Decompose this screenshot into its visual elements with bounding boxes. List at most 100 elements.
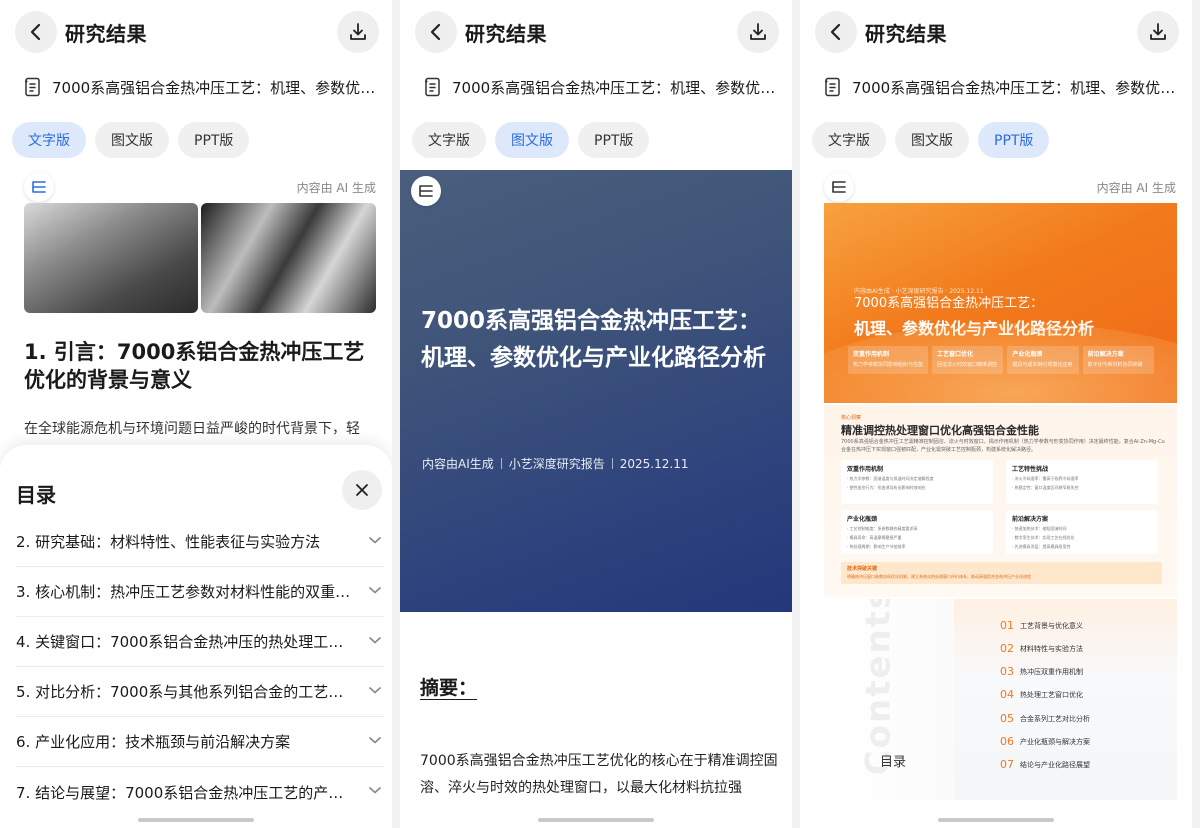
contents-item: 02 材料特性与实验方法 — [1000, 642, 1083, 655]
card-title: 产业化瓶颈 — [1012, 351, 1043, 358]
top-bar: 研究结果 — [0, 0, 392, 64]
box-line: · 淬火冷却速率：需高于临界冷却速率 — [1012, 476, 1079, 481]
toc-item[interactable]: 6. 产业化应用：技术瓶颈与前沿解决方案 — [16, 717, 384, 767]
document-icon — [425, 77, 440, 97]
contents-item: 05 合金系列工艺对比分析 — [1000, 712, 1090, 725]
toc-item-label: 7. 结论与展望：7000系铝合金热冲压工艺的产业化路径展望 — [16, 783, 351, 802]
toc-item[interactable]: 4. 关键窗口：7000系铝合金热冲压的热处理工艺窗口优化 — [16, 617, 384, 667]
card-desc: 固溶淬火时效窗口精准调控 — [937, 362, 998, 368]
document-title-row[interactable]: 7000系高强铝合金热冲压工艺：机理、参数优化与产业化路径分析 — [424, 74, 776, 100]
divider — [500, 458, 502, 469]
tab-graphic-version[interactable]: 图文版 — [495, 122, 569, 158]
close-toc-button[interactable] — [342, 470, 382, 510]
toc-item-label: 4. 关键窗口：7000系铝合金热冲压的热处理工艺窗口优化 — [16, 633, 351, 651]
card-title: 前沿解决方案 — [1087, 351, 1124, 358]
ppt-slide-cover[interactable]: 内容由AI生成 · 小艺深度研究报告 · 2025.12.11 7000系高强铝… — [824, 203, 1177, 403]
tab-ppt-version[interactable]: PPT版 — [578, 122, 650, 158]
download-button[interactable] — [337, 11, 379, 53]
contents-text: 工艺背景与优化意义 — [1020, 621, 1083, 630]
contents-number: 07 — [1000, 758, 1014, 771]
divider — [611, 458, 613, 469]
download-icon — [350, 23, 366, 40]
cover-meta: 内容由AI生成 小艺深度研究报告 2025.12.11 — [422, 455, 688, 472]
tab-graphic-version[interactable]: 图文版 — [895, 122, 969, 158]
tab-text-version[interactable]: 文字版 — [812, 122, 886, 158]
contents-text: 产业化瓶颈与解决方案 — [1020, 737, 1090, 746]
toc-item[interactable]: 3. 核心机制：热冲压工艺参数对材料性能的双重作用机制 — [16, 567, 384, 617]
card-title: 工艺窗口优化 — [937, 351, 974, 358]
figure-image-part-b — [201, 203, 376, 313]
contents-watermark: Contents — [858, 599, 899, 776]
slide-highlight-cards: 双重作用机制 热力学参数协同影响组织与性能 工艺窗口优化 固溶淬火时效窗口精准调控 … — [848, 346, 1154, 374]
contents-number: 02 — [1000, 642, 1014, 655]
contents-item: 03 热冲压双重作用机制 — [1000, 665, 1083, 678]
ai-generated-note: 内容由 AI 生成 — [296, 181, 376, 195]
back-button[interactable] — [415, 11, 457, 53]
page-title: 研究结果 — [465, 22, 547, 46]
home-indicator[interactable] — [538, 818, 654, 822]
box-line: · 快速加热技术：缩短固溶时间 — [1012, 526, 1067, 531]
version-tabs: 文字版 图文版 PPT版 — [12, 122, 250, 158]
download-button[interactable] — [1137, 11, 1179, 53]
ppt-slide-summary[interactable]: 核心洞察 精准调控热处理窗口优化高强铝合金性能 7000系高强铝合金热冲压工艺需… — [824, 405, 1177, 597]
chevron-down-icon — [368, 586, 382, 594]
report-cover: 7000系高强铝合金热冲压工艺：机理、参数优化与产业化路径分析 内容由AI生成 … — [400, 170, 792, 612]
toc-item[interactable]: 2. 研究基础：材料特性、性能表征与实验方法 — [16, 517, 384, 567]
footer-title: 技术突破关键 — [847, 566, 878, 572]
summary-box: 前沿解决方案 · 快速加热技术：缩短固溶时间 · 数字孪生技术：实现工艺在线优化 · … — [1006, 510, 1158, 554]
toc-item[interactable]: 5. 对比分析：7000系与其他系列铝合金的工艺对比分析 — [16, 667, 384, 717]
slide-title: 精准调控热处理窗口优化高强铝合金性能 — [841, 424, 1039, 437]
document-icon — [25, 77, 40, 97]
contents-item: 04 热处理工艺窗口优化 — [1000, 688, 1083, 701]
page-title: 研究结果 — [865, 22, 947, 46]
home-indicator[interactable] — [138, 818, 254, 822]
contents-item: 07 结论与产业化路径展望 — [1000, 758, 1090, 771]
toc-item-label: 5. 对比分析：7000系与其他系列铝合金的工艺对比分析 — [16, 683, 351, 701]
tab-ppt-version[interactable]: PPT版 — [978, 122, 1050, 158]
highlight-card: 双重作用机制 热力学参数协同影响组织与性能 — [848, 346, 929, 374]
card-desc: 热力学参数协同影响组织与性能 — [853, 362, 924, 368]
box-line: · 先进模具涂层：提高模具耐用性 — [1012, 544, 1071, 549]
slide-title-line2: 机理、参数优化与产业化路径分析 — [854, 319, 1095, 338]
card-desc: 数字化与新材料协同突破 — [1087, 362, 1143, 368]
tab-graphic-version[interactable]: 图文版 — [95, 122, 169, 158]
highlight-card: 前沿解决方案数字化与新材料协同突破 — [1082, 346, 1154, 374]
box-line: · 热力学参数：固溶温度与保温时间决定溶解程度 — [847, 476, 934, 481]
box-line: · 数字孪生技术：实现工艺在线优化 — [1012, 535, 1075, 540]
tab-text-version[interactable]: 文字版 — [12, 122, 86, 158]
card-desc: 模具与成本制约规模化应用 — [1012, 362, 1073, 368]
graphic-version-screen: 研究结果 7000系高强铝合金热冲压工艺：机理、参数优化与产业化路径分析 文字版… — [400, 0, 792, 828]
slide-footer-note: 技术突破关键 明确热冲压窗口参数协同优化机制，建立系统化热处理窗口评价体系，推动高… — [841, 562, 1162, 584]
box-line: · 热稳定性：窗口温度区间狭窄易失控 — [1012, 485, 1079, 490]
back-button[interactable] — [15, 11, 57, 53]
box-line: · 工艺控制难度：多参数耦合精度要求高 — [847, 526, 918, 531]
chevron-down-icon — [368, 786, 382, 794]
outline-button[interactable] — [411, 176, 441, 206]
slide-title-line1: 7000系高强铝合金热冲压工艺： — [854, 296, 1044, 311]
back-button[interactable] — [815, 11, 857, 53]
contents-number: 01 — [1000, 619, 1014, 632]
home-indicator[interactable] — [938, 818, 1054, 822]
slide-tag: 核心洞察 — [841, 415, 862, 421]
download-button[interactable] — [737, 11, 779, 53]
chevron-left-icon — [830, 23, 841, 41]
contents-label: 目录 — [880, 755, 907, 770]
outline-button[interactable] — [24, 172, 54, 202]
tab-ppt-version[interactable]: PPT版 — [178, 122, 250, 158]
tab-text-version[interactable]: 文字版 — [412, 122, 486, 158]
outline-button[interactable] — [824, 172, 854, 202]
document-title-row[interactable]: 7000系高强铝合金热冲压工艺：机理、参数优化与产业化路径分析 — [24, 74, 376, 100]
toc-item[interactable]: 7. 结论与展望：7000系铝合金热冲压工艺的产业化路径展望 — [16, 767, 384, 817]
summary-box: 产业化瓶颈 · 工艺控制难度：多参数耦合精度要求高 · 模具寿命：高温摩擦磨损严重 ·… — [841, 510, 993, 554]
outline-list-icon — [419, 185, 433, 197]
box-title: 产业化瓶颈 — [847, 516, 878, 523]
document-title-row[interactable]: 7000系高强铝合金热冲压工艺：机理、参数优化与产业化路径分析 — [824, 74, 1176, 100]
box-title: 双重作用机制 — [847, 466, 884, 473]
contents-text: 热冲压双重作用机制 — [1020, 667, 1083, 676]
toc-bottom-sheet: 目录 2. 研究基础：材料特性、性能表征与实验方法 3. 核心机制：热冲压工艺参… — [0, 445, 392, 828]
highlight-card: 工艺窗口优化固溶淬火时效窗口精准调控 — [932, 346, 1004, 374]
cover-report-name: 小艺深度研究报告 — [508, 457, 605, 471]
contents-number: 06 — [1000, 735, 1014, 748]
contents-number: 05 — [1000, 712, 1014, 725]
ppt-slide-contents[interactable]: Contents 目录 01 工艺背景与优化意义 02 材料特性与实验方法 03 热冲… — [824, 599, 1177, 800]
